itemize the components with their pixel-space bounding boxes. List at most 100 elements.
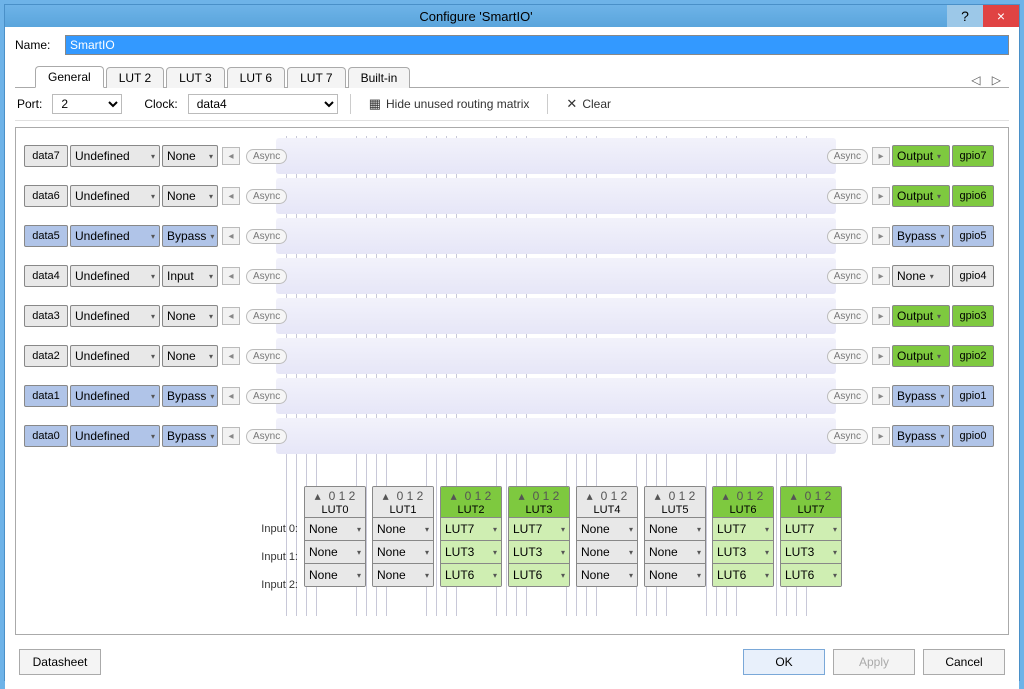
data-conn-select[interactable]: None▾ (162, 185, 218, 207)
gpio-mode-select[interactable]: Output▾ (892, 145, 950, 167)
gpio-mode-select[interactable]: Output▾ (892, 185, 950, 207)
clear-button[interactable]: ✕ Clear (560, 94, 617, 114)
toolbar-separator (547, 94, 548, 114)
async-badge[interactable]: Async (827, 269, 868, 284)
lut-input0-select[interactable]: None▾ (305, 518, 365, 540)
data-mode-select[interactable]: Undefined▾ (70, 425, 160, 447)
lut-input1-select[interactable]: LUT3▾ (441, 541, 501, 563)
data-mode-select[interactable]: Undefined▾ (70, 265, 160, 287)
tabs-prev-icon[interactable]: ◁ (967, 73, 984, 87)
name-input[interactable] (65, 35, 1009, 55)
gpio-mode-select[interactable]: Output▾ (892, 305, 950, 327)
port-label: Port: (17, 97, 42, 111)
arrow-left-icon: ◂ (222, 267, 240, 285)
async-badge[interactable]: Async (827, 429, 868, 444)
gpio-row-gpio6: Async▸Output▾gpio6 (823, 176, 994, 216)
data-mode-select[interactable]: Undefined▾ (70, 185, 160, 207)
data-conn-select[interactable]: None▾ (162, 345, 218, 367)
async-badge[interactable]: Async (246, 269, 287, 284)
close-button[interactable]: × (983, 5, 1019, 27)
data-label: data3 (24, 305, 68, 327)
data-conn-select[interactable]: Input▾ (162, 265, 218, 287)
cancel-button[interactable]: Cancel (923, 649, 1005, 675)
async-badge[interactable]: Async (827, 389, 868, 404)
lut-input0-select[interactable]: LUT7▾ (441, 518, 501, 540)
lut-input2-select[interactable]: LUT6▾ (441, 564, 501, 586)
tab-lut6[interactable]: LUT 6 (227, 67, 285, 88)
data-conn-select[interactable]: Bypass▾ (162, 385, 218, 407)
lut-input2-select[interactable]: None▾ (577, 564, 637, 586)
lut-input0-select[interactable]: LUT7▾ (781, 518, 841, 540)
hide-routing-button[interactable]: ▦ Hide unused routing matrix (363, 94, 536, 114)
lut-input2-select[interactable]: None▾ (373, 564, 433, 586)
data-mode-select[interactable]: Undefined▾ (70, 225, 160, 247)
async-badge[interactable]: Async (246, 189, 287, 204)
data-conn-select[interactable]: Bypass▾ (162, 225, 218, 247)
data-label: data1 (24, 385, 68, 407)
lut-input1-select[interactable]: None▾ (305, 541, 365, 563)
lut-input2-select[interactable]: None▾ (645, 564, 705, 586)
lut-name: LUT2 (458, 504, 485, 516)
async-badge[interactable]: Async (827, 229, 868, 244)
tab-lut2[interactable]: LUT 2 (106, 67, 164, 88)
async-badge[interactable]: Async (827, 149, 868, 164)
tab-lut3[interactable]: LUT 3 (166, 67, 224, 88)
gpio-label: gpio6 (952, 185, 994, 207)
lut-input2-select[interactable]: LUT6▾ (781, 564, 841, 586)
lut-input1-select[interactable]: LUT3▾ (781, 541, 841, 563)
gpio-mode-select[interactable]: Output▾ (892, 345, 950, 367)
data-conn-select[interactable]: None▾ (162, 145, 218, 167)
lut-input2-select[interactable]: LUT6▾ (713, 564, 773, 586)
clock-select[interactable]: data4 (188, 94, 338, 114)
ok-button[interactable]: OK (743, 649, 825, 675)
tab-builtin[interactable]: Built-in (348, 67, 411, 88)
lut-input0-select[interactable]: LUT7▾ (509, 518, 569, 540)
data-rows: data7Undefined▾None▾◂Asyncdata6Undefined… (24, 136, 287, 456)
lut-name: LUT7 (798, 504, 825, 516)
lut-input0-select[interactable]: None▾ (577, 518, 637, 540)
lut-lut6: ▴0 1 2LUT6LUT7▾LUT3▾LUT6▾ (712, 486, 774, 587)
async-badge[interactable]: Async (246, 229, 287, 244)
tabs-next-icon[interactable]: ▷ (988, 73, 1005, 87)
data-conn-select[interactable]: Bypass▾ (162, 425, 218, 447)
lut-name: LUT6 (730, 504, 757, 516)
lut-input1-select[interactable]: None▾ (373, 541, 433, 563)
data-mode-select[interactable]: Undefined▾ (70, 345, 160, 367)
async-badge[interactable]: Async (246, 349, 287, 364)
async-badge[interactable]: Async (827, 189, 868, 204)
async-badge[interactable]: Async (246, 389, 287, 404)
arrow-right-icon: ▸ (872, 427, 890, 445)
data-label: data2 (24, 345, 68, 367)
lut-input1-select[interactable]: None▾ (645, 541, 705, 563)
lut-input1-select[interactable]: LUT3▾ (509, 541, 569, 563)
lut-idx: ▴0 1 2 (519, 489, 560, 503)
lut-input2-select[interactable]: LUT6▾ (509, 564, 569, 586)
lut-idx: ▴0 1 2 (315, 489, 356, 503)
async-badge[interactable]: Async (246, 429, 287, 444)
gpio-mode-select[interactable]: Bypass▾ (892, 225, 950, 247)
lut-input1-select[interactable]: None▾ (577, 541, 637, 563)
tab-lut7[interactable]: LUT 7 (287, 67, 345, 88)
data-mode-select[interactable]: Undefined▾ (70, 305, 160, 327)
lut-input0-select[interactable]: LUT7▾ (713, 518, 773, 540)
async-badge[interactable]: Async (827, 309, 868, 324)
lut-input0-select[interactable]: None▾ (645, 518, 705, 540)
data-mode-select[interactable]: Undefined▾ (70, 385, 160, 407)
async-badge[interactable]: Async (827, 349, 868, 364)
lut-input1-select[interactable]: LUT3▾ (713, 541, 773, 563)
gpio-mode-select[interactable]: Bypass▾ (892, 425, 950, 447)
lut-input2-select[interactable]: None▾ (305, 564, 365, 586)
tab-general[interactable]: General (35, 66, 104, 88)
data-mode-select[interactable]: Undefined▾ (70, 145, 160, 167)
data-conn-select[interactable]: None▾ (162, 305, 218, 327)
async-badge[interactable]: Async (246, 309, 287, 324)
gpio-mode-select[interactable]: None▾ (892, 265, 950, 287)
gpio-mode-select[interactable]: Bypass▾ (892, 385, 950, 407)
async-badge[interactable]: Async (246, 149, 287, 164)
help-button[interactable]: ? (947, 5, 983, 27)
arrow-right-icon: ▸ (872, 147, 890, 165)
port-select[interactable]: 2 (52, 94, 122, 114)
lut-input0-select[interactable]: None▾ (373, 518, 433, 540)
apply-button[interactable]: Apply (833, 649, 915, 675)
datasheet-button[interactable]: Datasheet (19, 649, 101, 675)
